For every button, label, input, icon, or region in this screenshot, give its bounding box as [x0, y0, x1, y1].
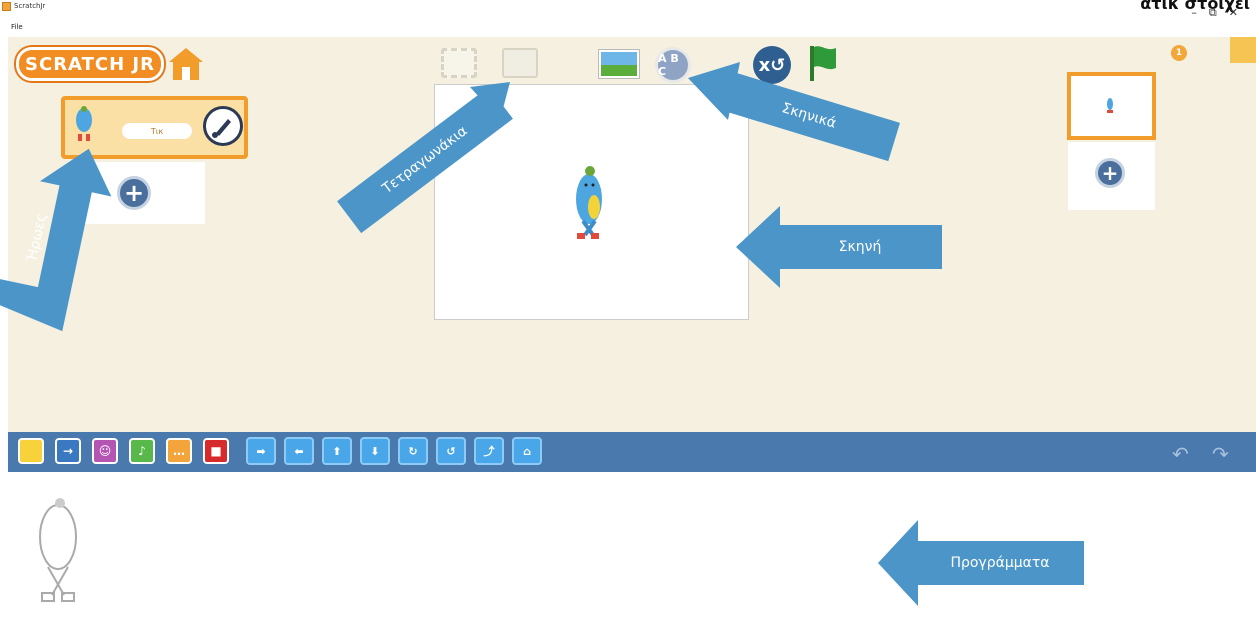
- block-turn-left[interactable]: ↺: [436, 437, 466, 465]
- block-move-down[interactable]: ⬇: [360, 437, 390, 465]
- add-page-panel: +: [1068, 142, 1155, 210]
- annotation-arrowhead-backgrounds: [688, 62, 740, 120]
- text-button[interactable]: A B C: [655, 47, 691, 83]
- sprite-name-label[interactable]: Τικ: [122, 123, 192, 139]
- sprite-outline-icon: [39, 498, 77, 602]
- annotation-arrowhead-stage: [736, 206, 780, 288]
- corner-tab[interactable]: [1230, 37, 1256, 63]
- window-title: ScratchJr: [14, 2, 46, 10]
- annotation-arrow-programs: Προγράμματα: [916, 541, 1084, 585]
- block-hop[interactable]: ⤴: [474, 437, 504, 465]
- category-sound-button[interactable]: ♪: [129, 438, 155, 464]
- label-backgrounds: Σκηνικά: [779, 100, 839, 132]
- grid-toggle-button[interactable]: [502, 48, 538, 78]
- category-control-button[interactable]: …: [166, 438, 192, 464]
- block-move-left[interactable]: ⬅: [284, 437, 314, 465]
- category-looks-button[interactable]: ☺: [92, 438, 118, 464]
- minimize-button[interactable]: –: [1191, 6, 1197, 20]
- scratchjr-logo[interactable]: SCRATCH JR: [16, 47, 164, 81]
- block-go-home[interactable]: ⌂: [512, 437, 542, 465]
- green-flag-icon[interactable]: [808, 44, 838, 82]
- annotation-arrowhead-programs: [878, 520, 918, 606]
- add-sprite-button[interactable]: +: [117, 176, 151, 210]
- background-button[interactable]: [599, 50, 639, 78]
- sprite-character[interactable]: [567, 163, 611, 243]
- sprite-thumbnail-icon: [76, 106, 92, 141]
- category-end-button[interactable]: ■: [203, 438, 229, 464]
- page-sprite-icon: [1107, 98, 1113, 113]
- block-palette: → ☺ ♪ … ■ ➡ ⬅ ⬆ ⬇ ↻ ↺ ⤴ ⌂ ↶ ↷: [8, 432, 1256, 472]
- menu-file[interactable]: File: [11, 23, 23, 31]
- annotation-arrow-heroes: Ήρωες: [0, 148, 112, 332]
- page-thumbnail[interactable]: [1067, 72, 1156, 140]
- close-button[interactable]: ✕: [1229, 6, 1238, 20]
- block-move-right[interactable]: ➡: [246, 437, 276, 465]
- page-count-badge: 1: [1171, 45, 1187, 61]
- category-triggering-button[interactable]: [18, 438, 44, 464]
- annotation-arrow-stage: Σκηνή: [778, 225, 942, 269]
- undo-icon[interactable]: ↶: [1172, 442, 1189, 466]
- redo-icon[interactable]: ↷: [1212, 442, 1229, 466]
- app-icon: [2, 2, 11, 11]
- label-stage: Σκηνή: [838, 239, 882, 255]
- window-controls: – ⧉ ✕: [1191, 6, 1238, 20]
- menu-bar: File: [0, 22, 1256, 34]
- reset-button[interactable]: x↺: [753, 46, 791, 84]
- restore-button[interactable]: ⧉: [1209, 6, 1217, 20]
- block-move-up[interactable]: ⬆: [322, 437, 352, 465]
- fullscreen-button[interactable]: [441, 48, 477, 78]
- label-programs: Προγράμματα: [950, 555, 1050, 571]
- paint-editor-icon[interactable]: [203, 106, 243, 146]
- window-titlebar: ScratchJr: [0, 0, 1256, 14]
- block-turn-right[interactable]: ↻: [398, 437, 428, 465]
- home-icon[interactable]: [168, 47, 204, 81]
- category-motion-button[interactable]: →: [55, 438, 81, 464]
- annotation-arrowhead-grid: [470, 82, 510, 120]
- add-page-button[interactable]: +: [1095, 158, 1125, 188]
